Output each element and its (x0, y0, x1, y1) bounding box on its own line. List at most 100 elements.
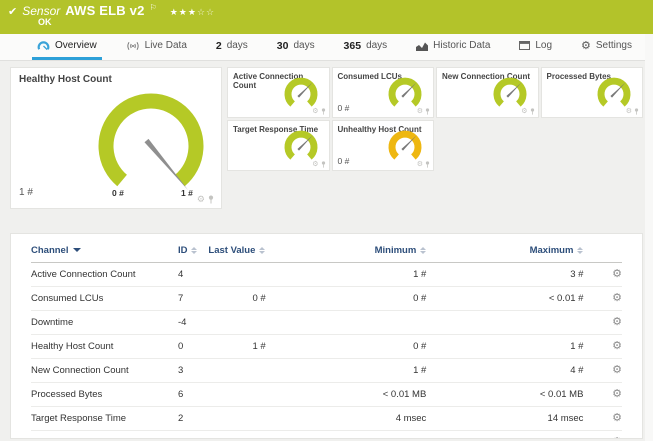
log-icon (519, 41, 531, 50)
channel-last-value (208, 406, 310, 431)
table-header-row: Channel ID Last Value Minimum Maximum (31, 238, 622, 263)
stars-filled: ★★★ (169, 7, 197, 17)
pin-icon[interactable] (425, 161, 430, 168)
gauge-needle (144, 138, 188, 190)
channel-maximum: 1 # (426, 430, 584, 438)
gauge-arc (284, 130, 317, 160)
table-row[interactable]: Unhealthy Host Count 1 0 # 0 # 1 # ⚙ (31, 430, 622, 439)
gauge-scale-min: 0 # (112, 188, 124, 198)
pin-icon[interactable] (425, 108, 430, 115)
channel-minimum: 4 msec (309, 406, 427, 431)
pin-icon[interactable] (208, 195, 214, 204)
tab-30-days[interactable]: 30 days (272, 34, 320, 60)
table-row[interactable]: Active Connection Count 4 1 # 3 # ⚙ (31, 262, 622, 287)
channel-name[interactable]: New Connection Count (31, 358, 178, 383)
priority-flag-icon[interactable]: ⚐ (150, 3, 157, 12)
table-row[interactable]: Target Response Time 2 4 msec 14 msec ⚙ (31, 406, 622, 431)
channel-settings-gear-icon[interactable]: ⚙ (612, 268, 622, 280)
gauge-scale-max: 1 # (181, 188, 193, 198)
pin-icon[interactable] (321, 161, 326, 168)
column-header-last-value[interactable]: Last Value (208, 238, 310, 263)
channel-settings-gear-icon[interactable]: ⚙ (612, 436, 622, 439)
table-row[interactable]: Downtime -4 ⚙ (31, 310, 622, 335)
table-row[interactable]: Healthy Host Count 0 1 # 0 # 1 # ⚙ (31, 334, 622, 359)
priority-stars[interactable]: ★★★☆☆ (170, 7, 215, 18)
table-row[interactable]: Consumed LCUs 7 0 # 0 # < 0.01 # ⚙ (31, 286, 622, 311)
primary-gauge-panel[interactable]: Healthy Host Count 0 # 1 # 1 # ⚙ (10, 67, 222, 209)
tab-overview[interactable]: Overview (32, 34, 102, 60)
tile-consumed-lcus[interactable]: Consumed LCUs 0 # ⚙ (331, 67, 434, 118)
channel-name[interactable]: Consumed LCUs (31, 286, 178, 311)
tab-live-data[interactable]: Live Data (121, 34, 192, 60)
sort-icon (420, 246, 427, 254)
column-label: ID (177, 245, 188, 256)
tab-bar: Overview Live Data 2 days 30 days 365 da… (0, 34, 653, 61)
tab-2-days[interactable]: 2 days (211, 34, 253, 60)
tile-new-connection-count[interactable]: New Connection Count ⚙ (436, 67, 539, 118)
tile-active-connection-count[interactable]: Active Connection Count ⚙ (227, 67, 330, 118)
channel-last-value: 0 # (208, 430, 310, 438)
channel-maximum: 1 # (426, 334, 584, 359)
channel-settings-gear-icon[interactable]: ⚙ (612, 292, 622, 304)
sort-desc-icon (73, 248, 82, 253)
tab-day-count: 365 (343, 39, 362, 52)
channel-name[interactable]: Processed Bytes (31, 382, 178, 407)
pin-icon[interactable] (634, 108, 639, 115)
gauge-arc (388, 130, 422, 160)
pin-icon[interactable] (321, 108, 326, 115)
channel-last-value (208, 310, 310, 335)
column-header-minimum[interactable]: Minimum (309, 238, 427, 263)
column-header-channel[interactable]: Channel (31, 238, 178, 263)
gauge-settings-gear-icon[interactable]: ⚙ (197, 195, 205, 204)
table-row[interactable]: New Connection Count 3 1 # 4 # ⚙ (31, 358, 622, 383)
tile-target-response-time[interactable]: Target Response Time ⚙ (227, 120, 330, 171)
channel-name[interactable]: Healthy Host Count (31, 334, 178, 359)
column-header-id[interactable]: ID (177, 238, 209, 263)
tile-unhealthy-host-count[interactable]: Unhealthy Host Count 0 # ⚙ (331, 120, 434, 171)
channel-settings-gear-icon[interactable]: ⚙ (612, 340, 622, 352)
tab-label: Log (535, 40, 553, 51)
channel-name[interactable]: Downtime (31, 310, 178, 335)
channel-last-value (208, 358, 310, 383)
channel-name[interactable]: Active Connection Count (31, 262, 178, 287)
gauge-settings-gear-icon[interactable]: ⚙ (417, 108, 423, 115)
gauge-settings-gear-icon[interactable]: ⚙ (521, 108, 527, 115)
column-label: Last Value (208, 245, 256, 256)
gauge-settings-gear-icon[interactable]: ⚙ (417, 161, 423, 168)
gauge-arc (388, 77, 422, 107)
healthy-host-count-gauge (98, 93, 204, 190)
channel-settings-gear-icon[interactable]: ⚙ (612, 412, 622, 424)
tile-processed-bytes[interactable]: Processed Bytes ⚙ (540, 67, 643, 118)
channel-minimum: < 0.01 MB (309, 382, 427, 407)
channel-name[interactable]: Target Response Time (31, 406, 178, 431)
gauge-settings-gear-icon[interactable]: ⚙ (312, 161, 318, 168)
gauge-settings-gear-icon[interactable]: ⚙ (626, 108, 632, 115)
channel-last-value (208, 382, 310, 407)
channel-minimum: 1 # (309, 262, 427, 287)
channel-maximum: 4 # (426, 358, 584, 383)
sensor-header: ✔ Sensor AWS ELB v2 ⚐ ★★★☆☆ OK (0, 0, 653, 34)
pin-icon[interactable] (530, 108, 535, 115)
gauge-settings-gear-icon[interactable]: ⚙ (312, 108, 318, 115)
tab-label: days (293, 40, 315, 51)
channel-settings-gear-icon[interactable]: ⚙ (612, 316, 622, 328)
channel-settings-gear-icon[interactable]: ⚙ (612, 364, 622, 376)
tab-historic-data[interactable]: Historic Data (411, 34, 495, 60)
channel-id: 6 (177, 382, 209, 407)
tab-365-days[interactable]: 365 days (339, 34, 393, 60)
column-label: Maximum (529, 245, 574, 256)
bar-chart-icon (416, 42, 429, 51)
status-ok-check-icon: ✔ (8, 6, 18, 18)
channel-settings-gear-icon[interactable]: ⚙ (612, 388, 622, 400)
channel-maximum: < 0.01 # (426, 286, 584, 311)
channel-name[interactable]: Unhealthy Host Count (31, 430, 178, 438)
table-row[interactable]: Processed Bytes 6 < 0.01 MB < 0.01 MB ⚙ (31, 382, 622, 407)
tab-settings[interactable]: ⚙ Settings (576, 34, 637, 60)
column-header-maximum[interactable]: Maximum (426, 238, 584, 263)
channel-last-value: 1 # (208, 334, 310, 359)
tile-placeholder (436, 120, 539, 171)
tile-placeholder (541, 120, 644, 171)
channel-last-value: 0 # (208, 286, 310, 311)
tab-log[interactable]: Log (514, 34, 557, 60)
channel-id: 1 (177, 430, 209, 438)
